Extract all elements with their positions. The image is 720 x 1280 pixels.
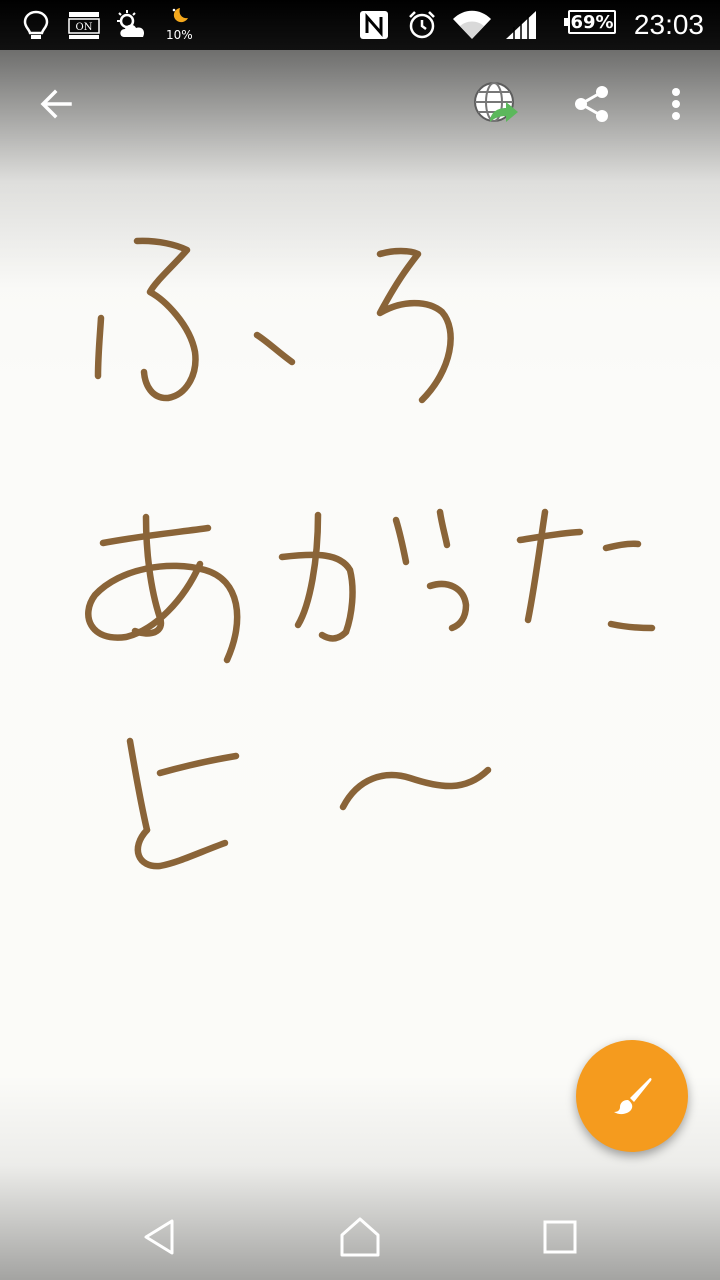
back-button[interactable] — [26, 80, 86, 128]
signal-icon — [504, 0, 538, 50]
more-vert-icon — [672, 88, 680, 120]
recents-nav-icon — [543, 1220, 577, 1254]
handwriting-strokes — [85, 237, 656, 870]
stroke — [156, 752, 240, 777]
stroke — [516, 528, 584, 544]
share-icon — [575, 86, 608, 122]
app-bar — [0, 50, 720, 290]
stroke — [426, 580, 470, 632]
stroke — [436, 508, 451, 549]
status-bar: ON 10% 69% 23:03 — [0, 0, 720, 50]
home-nav-icon — [340, 1217, 380, 1257]
more-options-button[interactable] — [646, 80, 706, 128]
globe-share-button[interactable] — [466, 80, 526, 128]
stroke — [524, 508, 549, 624]
stamina-mode-icon: ON — [68, 0, 100, 50]
stroke — [99, 524, 212, 547]
share-button[interactable] — [562, 80, 622, 128]
nfc-icon — [358, 0, 390, 50]
stroke — [392, 516, 410, 566]
alarm-icon — [406, 0, 438, 50]
nav-recents-button[interactable] — [530, 1212, 590, 1262]
globe-share-icon — [474, 82, 518, 122]
battery-percent: 69% — [570, 11, 614, 33]
back-nav-icon — [144, 1219, 174, 1255]
moon-icon — [168, 0, 190, 50]
paintbrush-icon — [614, 1078, 652, 1115]
stroke — [126, 737, 151, 834]
battery-icon: 69% — [564, 10, 616, 34]
stroke — [339, 766, 492, 811]
wifi-icon — [452, 0, 492, 50]
stroke — [94, 314, 105, 380]
nav-home-button[interactable] — [330, 1212, 390, 1262]
stamina-label: ON — [76, 22, 93, 33]
stroke — [607, 620, 656, 632]
stroke — [134, 826, 229, 870]
stroke — [85, 560, 241, 664]
arrow-back-icon — [40, 89, 72, 119]
lightbulb-icon — [22, 0, 50, 50]
nav-back-button[interactable] — [130, 1212, 190, 1262]
weather-icon — [114, 0, 150, 50]
navigation-bar — [0, 1190, 720, 1280]
edit-drawing-fab[interactable] — [576, 1040, 688, 1152]
moon-percent: 10% — [166, 28, 193, 42]
stroke — [602, 540, 642, 552]
status-clock: 23:03 — [633, 9, 704, 40]
stroke — [253, 331, 296, 366]
stroke — [294, 511, 322, 629]
